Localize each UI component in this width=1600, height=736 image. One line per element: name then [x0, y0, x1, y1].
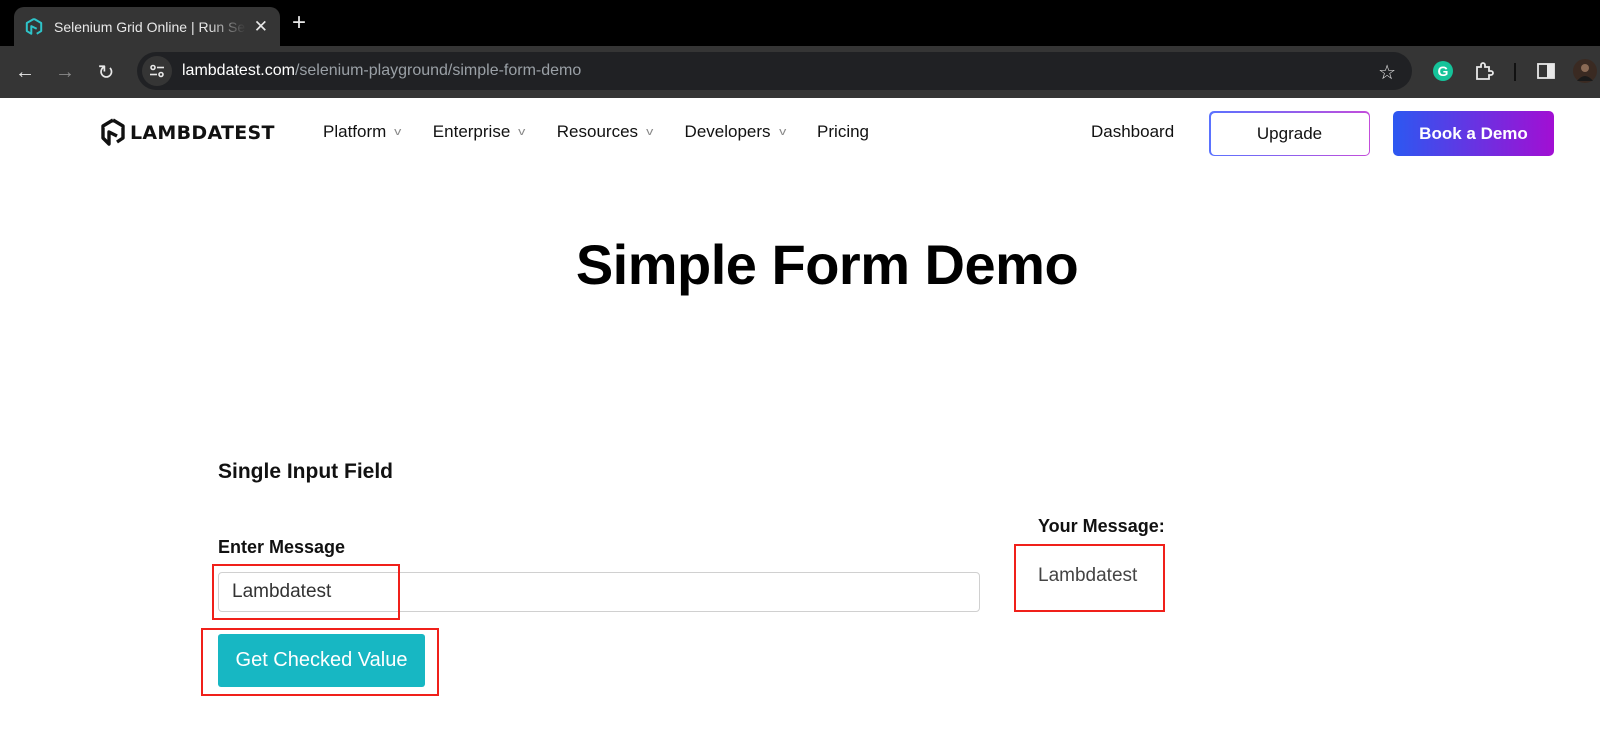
book-demo-button[interactable]: Book a Demo: [1393, 111, 1554, 156]
your-message-output: Lambdatest: [1038, 565, 1138, 586]
side-panel-icon[interactable]: [1533, 58, 1559, 84]
lambdatest-favicon-icon: [24, 17, 44, 37]
url-text: lambdatest.com/selenium-playground/simpl…: [182, 62, 581, 80]
bookmark-star-icon[interactable]: ☆: [1378, 60, 1396, 85]
upgrade-label: Upgrade: [1210, 112, 1369, 155]
your-message-label: Your Message:: [1038, 516, 1165, 536]
browser-tab-strip: Selenium Grid Online | Run Selenium Test…: [0, 0, 1600, 46]
get-checked-value-button[interactable]: Get Checked Value: [218, 634, 425, 687]
new-tab-icon[interactable]: +: [292, 9, 306, 37]
nav-enterprise[interactable]: Enterprise v: [432, 122, 526, 142]
enter-message-label: Enter Message: [218, 537, 346, 557]
nav-label: Platform: [323, 122, 387, 141]
site-header: LAMBDATEST Platform v Enterprise v Resourc…: [0, 98, 1600, 172]
svg-text:G: G: [1438, 63, 1449, 79]
extensions-puzzle-icon[interactable]: [1471, 58, 1497, 84]
forward-arrow-icon[interactable]: →: [51, 58, 79, 86]
profile-avatar[interactable]: [1572, 58, 1598, 84]
tab-title: Selenium Grid Online | Run Selenium Test: [54, 18, 246, 35]
section-title: Single Input Field: [218, 460, 393, 483]
toolbar-divider: [1514, 63, 1516, 81]
dashboard-link[interactable]: Dashboard: [1091, 122, 1174, 142]
nav-platform[interactable]: Platform v: [323, 122, 402, 142]
close-tab-icon[interactable]: ✕: [254, 17, 268, 37]
message-input[interactable]: [218, 572, 980, 612]
logo-text: LAMBDATEST: [130, 122, 275, 144]
lambdatest-logo[interactable]: LAMBDATEST: [100, 118, 275, 148]
back-arrow-icon[interactable]: ←: [11, 58, 39, 86]
browser-toolbar: ← → ↻ lambdatest.com/selenium-playground…: [0, 46, 1600, 98]
nav-resources[interactable]: Resources v: [556, 122, 654, 142]
main-nav: Platform v Enterprise v Resources v Develop…: [323, 122, 901, 142]
browser-tab[interactable]: Selenium Grid Online | Run Selenium Test…: [14, 7, 280, 46]
address-bar[interactable]: lambdatest.com/selenium-playground/simpl…: [137, 52, 1412, 90]
nav-label: Enterprise: [432, 122, 511, 141]
chevron-down-icon: v: [518, 126, 526, 138]
chevron-down-icon: v: [778, 126, 786, 138]
grammarly-extension-icon[interactable]: G: [1430, 58, 1456, 84]
chevron-down-icon: v: [646, 126, 654, 138]
nav-label: Pricing: [817, 122, 870, 141]
url-domain: lambdatest.com: [182, 62, 295, 79]
page-title: Simple Form Demo: [575, 233, 1079, 296]
chevron-down-icon: v: [394, 126, 402, 138]
upgrade-button[interactable]: Upgrade: [1209, 111, 1370, 156]
reload-icon[interactable]: ↻: [92, 58, 120, 86]
nav-label: Developers: [684, 122, 771, 141]
nav-pricing[interactable]: Pricing: [817, 122, 869, 142]
nav-label: Resources: [556, 122, 639, 141]
nav-developers[interactable]: Developers v: [685, 122, 786, 142]
url-path: /selenium-playground/simple-form-demo: [294, 62, 582, 79]
lambdatest-logo-icon: [101, 118, 125, 146]
site-info-icon[interactable]: [142, 56, 172, 86]
